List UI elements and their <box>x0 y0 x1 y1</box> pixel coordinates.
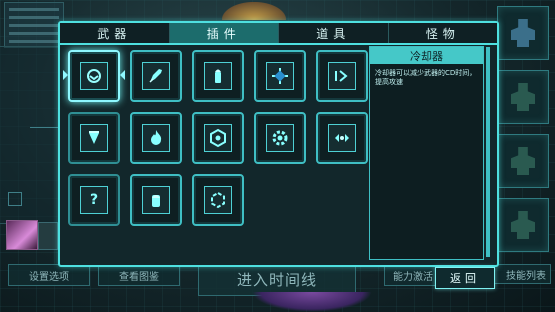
plugin-slot-expand[interactable] <box>316 112 368 164</box>
scrollbar-thumb[interactable] <box>486 47 490 257</box>
background-thumbnail <box>6 220 38 250</box>
robot-tile <box>497 6 549 60</box>
detail-scrollbar[interactable] <box>486 47 490 257</box>
selection-arrow-right <box>120 70 125 80</box>
robot-tile <box>497 198 549 252</box>
background-character-feet <box>252 292 372 312</box>
robot-tile <box>497 134 549 188</box>
flame-icon <box>142 124 170 152</box>
settings-button[interactable]: 设置选项 <box>8 264 90 286</box>
enter-timeline-button[interactable]: 进入时间线 <box>198 262 356 296</box>
background-character-head <box>222 2 286 20</box>
detail-title: 冷却器 <box>370 47 483 64</box>
selection-arrow-left <box>63 70 68 80</box>
plugin-slot-bullet[interactable] <box>192 50 244 102</box>
plugin-slot-unknown[interactable]: ? <box>68 174 120 226</box>
skill-list-button[interactable]: 技能列表 <box>493 264 551 284</box>
tab-plugins[interactable]: 插件 <box>168 23 278 43</box>
background-thumbnail-2 <box>38 222 58 250</box>
background-robot-tiles <box>497 6 549 262</box>
background-notes <box>4 2 64 48</box>
codex-panel: 武器 插件 道具 怪物 ? 冷却器 冷却器可以减少武器的CD时间，提高攻速 <box>58 21 499 267</box>
rocket-icon <box>142 62 170 90</box>
hexagon-icon <box>204 124 232 152</box>
tab-items[interactable]: 道具 <box>278 23 388 43</box>
arrow-forward-icon <box>328 62 356 90</box>
question-icon: ? <box>80 186 108 214</box>
cooldown-icon <box>80 62 108 90</box>
bullet-icon <box>204 62 232 90</box>
back-button[interactable]: 返回 <box>435 267 495 289</box>
background-small-square <box>8 192 22 206</box>
plugin-slot-flame[interactable] <box>130 112 182 164</box>
plugin-slot-shield[interactable] <box>68 112 120 164</box>
plugin-slot-rocket[interactable] <box>130 50 182 102</box>
expand-icon <box>328 124 356 152</box>
plugin-slot-capsule[interactable] <box>130 174 182 226</box>
robot-tile <box>497 70 549 124</box>
gear-icon <box>266 124 294 152</box>
plugin-slot-cooldown[interactable] <box>63 50 125 102</box>
plugin-slot-crosshair[interactable] <box>254 50 306 102</box>
plugin-slot-forward[interactable] <box>316 50 368 102</box>
capsule-icon <box>142 186 170 214</box>
crosshair-icon <box>266 62 294 90</box>
plugin-slot-hex-frame[interactable] <box>192 174 244 226</box>
question-mark: ? <box>89 192 99 208</box>
background-connector-line <box>30 127 60 128</box>
detail-panel: 冷却器 冷却器可以减少武器的CD时间，提高攻速 <box>369 46 484 260</box>
category-tabs: 武器 插件 道具 怪物 <box>60 23 497 45</box>
gallery-button[interactable]: 查看图鉴 <box>98 264 180 286</box>
ability-button[interactable]: 能力激活 <box>384 264 442 286</box>
detail-description: 冷却器可以减少武器的CD时间，提高攻速 <box>375 69 477 86</box>
plugin-slot-gear[interactable] <box>254 112 306 164</box>
tab-weapons[interactable]: 武器 <box>60 23 169 43</box>
plugin-grid: ? <box>63 48 368 262</box>
hex-frame-icon <box>204 186 232 214</box>
tab-monsters[interactable]: 怪物 <box>387 23 497 43</box>
shield-drop-icon <box>80 124 108 152</box>
plugin-slot-hexagon[interactable] <box>192 112 244 164</box>
